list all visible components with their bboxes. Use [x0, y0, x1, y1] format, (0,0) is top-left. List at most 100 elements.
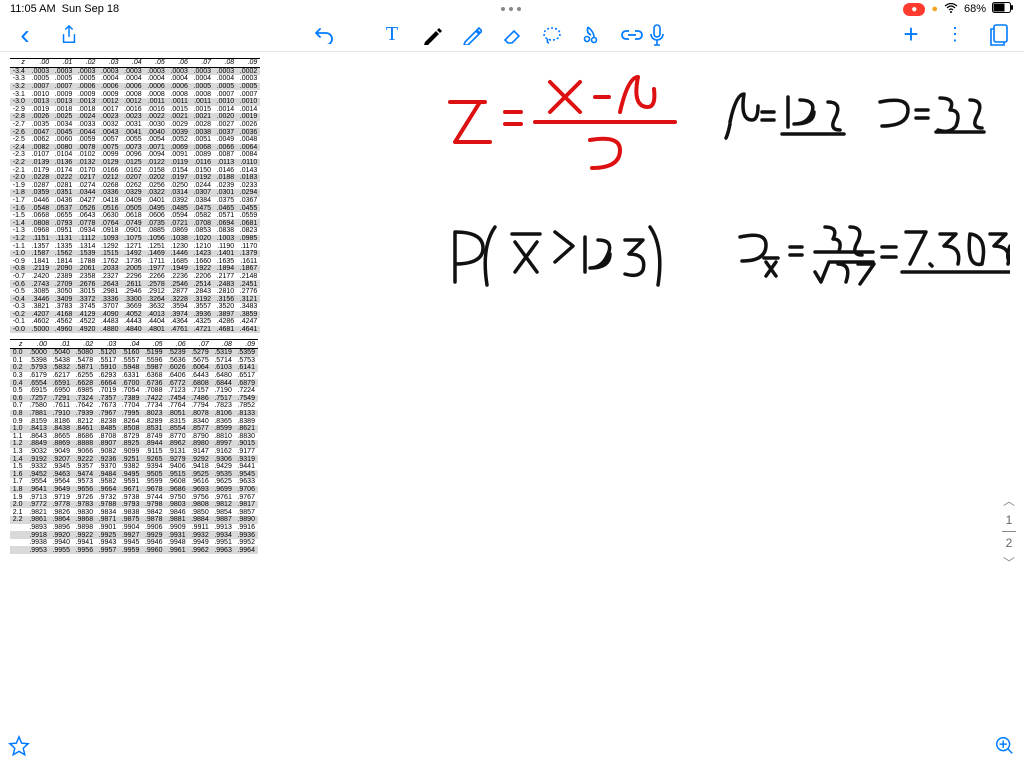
z-col: .05: [144, 59, 167, 68]
z-col: .01: [52, 59, 75, 68]
z-col: .06: [165, 340, 188, 349]
page-up-icon[interactable]: ︿: [1003, 492, 1015, 509]
table-row: -0.4.3446.3409.3372.3336.3300.3264.3228.…: [10, 295, 260, 303]
handwriting-layer: [430, 62, 1010, 542]
table-row: 0.5.6915.6950.6985.7019.7054.7088.7123.7…: [10, 387, 258, 395]
table-row: 1.4.9192.9207.9222.9236.9251.9265.9279.9…: [10, 455, 258, 463]
z-col: .08: [212, 340, 235, 349]
page-total: 2: [1006, 536, 1013, 550]
undo-icon[interactable]: [312, 24, 334, 46]
z-col: z: [10, 340, 27, 349]
table-row: -3.0.0013.0013.0013.0012.0012.0011.0011.…: [10, 98, 260, 106]
pen-icon[interactable]: [421, 24, 443, 46]
table-row: -1.0.1587.1562.1539.1515.1492.1469.1446.…: [10, 250, 260, 258]
table-row: 1.6.9452.9463.9474.9484.9495.9505.9515.9…: [10, 470, 258, 478]
table-row: -1.4.0808.0793.0778.0764.0749.0735.0721.…: [10, 219, 260, 227]
table-row: 1.7.9554.9564.9573.9582.9591.9599.9608.9…: [10, 478, 258, 486]
table-row: 2.2.9861.9864.9868.9871.9875.9878.9881.9…: [10, 516, 258, 524]
table-row: 0.4.6554.6591.6628.6664.6700.6736.6772.6…: [10, 379, 258, 387]
z-col: .09: [235, 340, 258, 349]
mic-icon[interactable]: [646, 24, 668, 46]
eraser-icon[interactable]: [501, 24, 523, 46]
canvas[interactable]: z.00.01.02.03.04.05.06.07.08.09-3.4.0003…: [0, 52, 1024, 768]
lasso-icon[interactable]: [541, 24, 563, 46]
table-row: 0.9.8159.8186.8212.8238.8264.8289.8315.8…: [10, 417, 258, 425]
table-row: -2.2.0139.0136.0132.0129.0125.0122.0119.…: [10, 159, 260, 167]
table-row: -0.7.2420.2389.2358.2327.2296.2266.2236.…: [10, 273, 260, 281]
table-row: -3.3.0005.0005.0005.0004.0004.0004.0004.…: [10, 75, 260, 83]
zoom-in-icon[interactable]: [994, 735, 1016, 762]
table-row: 1.2.8849.8869.8888.8907.8925.8944.8962.8…: [10, 440, 258, 448]
highlighter-icon[interactable]: [461, 24, 483, 46]
battery-icon: [992, 2, 1014, 16]
drag-handle-icon[interactable]: [501, 7, 521, 11]
table-row: 0.6.7257.7291.7324.7357.7389.7422.7454.7…: [10, 395, 258, 403]
page-down-icon[interactable]: ﹀: [1003, 554, 1015, 571]
scissors-icon[interactable]: [581, 24, 603, 46]
z-col: .01: [50, 340, 73, 349]
table-row: -2.0.0228.0222.0217.0212.0207.0202.0197.…: [10, 174, 260, 182]
table-row: .9953.9955.9956.9957.9959.9960.9961.9962…: [10, 546, 258, 554]
page-current: 1: [1006, 513, 1013, 527]
table-row: -0.5.3085.3050.3015.2981.2946.2912.2877.…: [10, 288, 260, 296]
table-row: .9918.9920.9922.9925.9927.9929.9931.9932…: [10, 531, 258, 539]
table-row: -1.7.0446.0436.0427.0418.0409.0401.0392.…: [10, 197, 260, 205]
z-col: .05: [142, 340, 165, 349]
table-row: -1.2.1151.1131.1112.1093.1075.1056.1038.…: [10, 235, 260, 243]
share-icon[interactable]: [58, 24, 80, 46]
link-icon[interactable]: [621, 24, 643, 46]
table-row: -2.6.0047.0045.0044.0043.0041.0040.0039.…: [10, 128, 260, 136]
table-row: -0.3.3821.3783.3745.3707.3669.3632.3594.…: [10, 303, 260, 311]
pages-icon[interactable]: [988, 24, 1010, 46]
table-row: 0.8.7881.7910.7939.7967.7995.8023.8051.8…: [10, 410, 258, 418]
z-col: .03: [98, 59, 121, 68]
more-icon[interactable]: ⋮: [944, 24, 966, 46]
table-row: 0.2.5793.5832.5871.5910.5948.5987.6026.6…: [10, 364, 258, 372]
z-col: .00: [27, 340, 50, 349]
favorite-icon[interactable]: [8, 735, 30, 762]
table-row: -1.5.0668.0655.0643.0630.0618.0606.0594.…: [10, 212, 260, 220]
z-col: z: [10, 59, 29, 68]
table-row: -0.0.5000.4960.4920.4880.4840.4801.4761.…: [10, 326, 260, 334]
back-button[interactable]: ‹: [14, 24, 36, 46]
table-row: -2.7.0035.0034.0033.0032.0031.0030.0029.…: [10, 121, 260, 129]
table-row: .9938.9940.9941.9943.9945.9946.9948.9949…: [10, 539, 258, 547]
z-col: .07: [188, 340, 211, 349]
table-row: -1.9.0287.0281.0274.0268.0262.0256.0250.…: [10, 182, 260, 190]
table-row: 0.1.5398.5438.5478.5517.5557.5596.5636.5…: [10, 357, 258, 365]
location-dot-icon: ●: [931, 3, 938, 15]
table-row: -3.2.0007.0007.0006.0006.0006.0006.0006.…: [10, 83, 260, 91]
table-row: 2.1.9821.9826.9830.9834.9838.9842.9846.9…: [10, 508, 258, 516]
toolbar: ‹ T + ⋮: [0, 18, 1024, 52]
table-row: -2.9.0019.0018.0018.0017.0016.0016.0015.…: [10, 106, 260, 114]
table-row: -0.9.1841.1814.1788.1762.1736.1711.1685.…: [10, 257, 260, 265]
table-row: 2.0.9772.9778.9783.9788.9793.9798.9803.9…: [10, 501, 258, 509]
table-row: 0.0.5000.5040.5080.5120.5160.5199.5239.5…: [10, 348, 258, 356]
table-row: -2.4.0082.0080.0078.0075.0073.0071.0069.…: [10, 144, 260, 152]
table-row: -1.6.0548.0537.0526.0516.0505.0495.0485.…: [10, 204, 260, 212]
z-col: .09: [237, 59, 260, 68]
table-row: -2.8.0026.0025.0024.0023.0023.0022.0021.…: [10, 113, 260, 121]
table-row: -0.8.2119.2090.2061.2033.2005.1977.1949.…: [10, 265, 260, 273]
table-row: -2.3.0107.0104.0102.0099.0096.0094.0091.…: [10, 151, 260, 159]
table-row: -2.5.0062.0060.0059.0057.0055.0054.0052.…: [10, 136, 260, 144]
table-row: -1.8.0359.0351.0344.0336.0329.0322.0314.…: [10, 189, 260, 197]
z-col: .02: [75, 59, 98, 68]
tool-palette: T: [381, 24, 643, 46]
table-row: 0.3.6179.6217.6255.6293.6331.6368.6406.6…: [10, 372, 258, 380]
page-navigator: ︿ 1 2 ﹀: [1002, 492, 1016, 571]
page-sep: [1002, 531, 1016, 532]
table-row: 1.9.9713.9719.9726.9732.9738.9744.9750.9…: [10, 493, 258, 501]
table-row: 1.3.9032.9049.9066.9082.9099.9115.9131.9…: [10, 448, 258, 456]
battery-percent: 68%: [964, 3, 986, 15]
table-row: .9893.9896.9898.9901.9904.9906.9909.9911…: [10, 524, 258, 532]
clock: 11:05 AM: [10, 3, 56, 15]
z-col: .04: [119, 340, 142, 349]
table-row: -3.1.0010.0009.0009.0009.0008.0008.0008.…: [10, 90, 260, 98]
add-button[interactable]: +: [900, 24, 922, 46]
z-col: .07: [191, 59, 214, 68]
text-tool[interactable]: T: [381, 24, 403, 46]
table-row: -0.1.4602.4562.4522.4483.4443.4404.4364.…: [10, 318, 260, 326]
status-bar: 11:05 AM Sun Sep 18 ● ● 68%: [0, 0, 1024, 18]
z-table: z.00.01.02.03.04.05.06.07.08.09-3.4.0003…: [10, 58, 420, 554]
